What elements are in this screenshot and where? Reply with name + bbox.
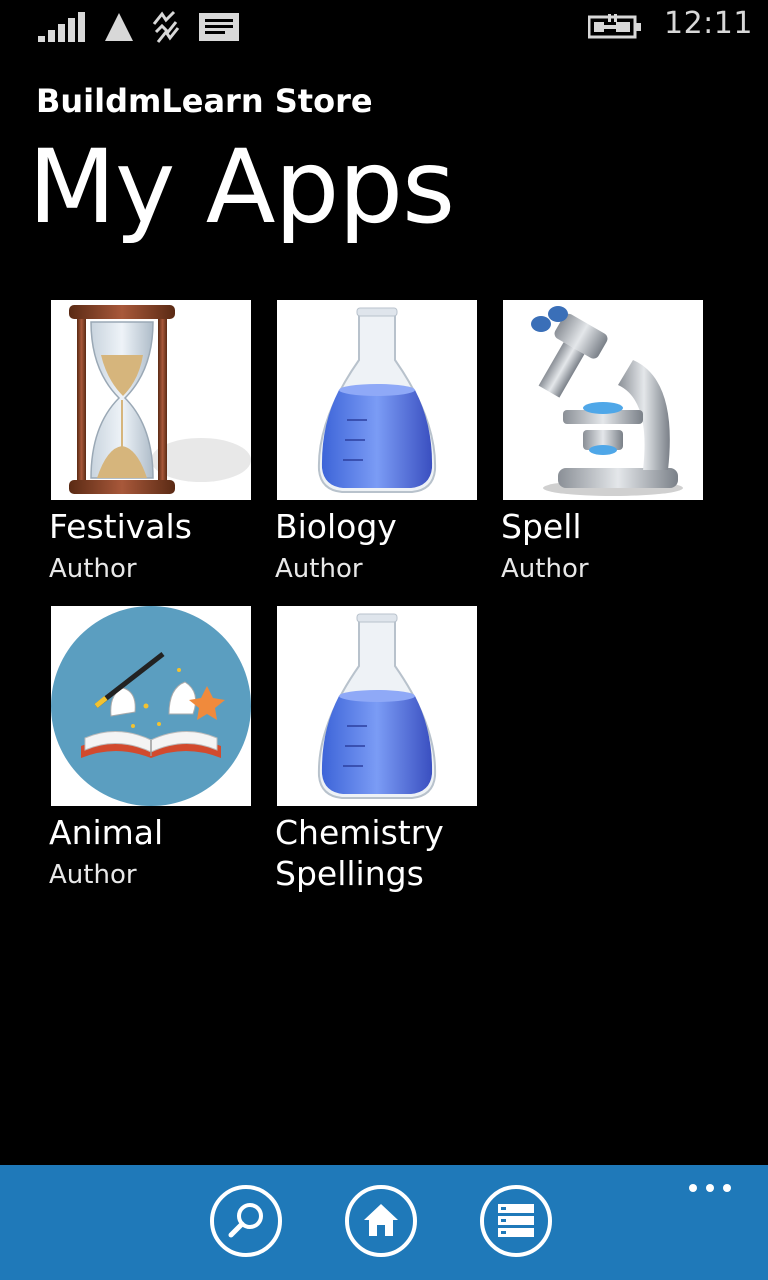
signal-strength-icon: [38, 12, 85, 42]
ellipsis-icon[interactable]: [688, 1183, 732, 1193]
app-subtitle: Author: [501, 554, 589, 584]
home-button[interactable]: [345, 1185, 417, 1257]
app-name: Spell: [501, 507, 582, 546]
app-label-clip: Chemistry Spellings: [275, 811, 481, 899]
microscope-icon: [503, 300, 703, 500]
app-tile-biology[interactable]: Biology Author: [275, 300, 481, 590]
search-button[interactable]: [210, 1185, 282, 1257]
network-triangle-icon: [105, 13, 133, 41]
home-icon: [364, 1204, 398, 1236]
app-subtitle: Author: [49, 860, 137, 890]
app-bar: [0, 1165, 768, 1280]
magic-book-icon: [51, 606, 251, 806]
flask-icon: [277, 300, 477, 500]
app-tile-spell[interactable]: Spell Author: [501, 300, 707, 590]
app-name: Biology: [275, 507, 397, 546]
app-name: Festivals: [49, 507, 192, 546]
status-bar: 12:11: [0, 0, 768, 56]
app-tile-chemistry[interactable]: Chemistry Spellings: [275, 606, 481, 896]
app-tile-animal[interactable]: Animal Author: [49, 606, 255, 896]
list-icon: [498, 1204, 534, 1237]
list-button[interactable]: [480, 1185, 552, 1257]
data-activity-icon: [152, 10, 180, 43]
hourglass-icon: [51, 300, 251, 500]
message-icon: [199, 13, 239, 41]
app-subtitle: Spellings: [275, 854, 424, 893]
app-tile-festivals[interactable]: Festivals Author: [49, 300, 255, 590]
battery-charging-icon: [588, 14, 641, 39]
app-name: Animal: [49, 813, 164, 852]
page-title: My Apps: [28, 128, 455, 247]
status-time: 12:11: [664, 6, 753, 41]
app-subtitle: Author: [49, 554, 137, 584]
app-name: Chemistry: [275, 813, 444, 852]
flask-icon: [277, 606, 477, 806]
app-subtitle: Author: [275, 554, 363, 584]
search-icon: [228, 1203, 263, 1238]
app-title: BuildmLearn Store: [36, 82, 373, 120]
